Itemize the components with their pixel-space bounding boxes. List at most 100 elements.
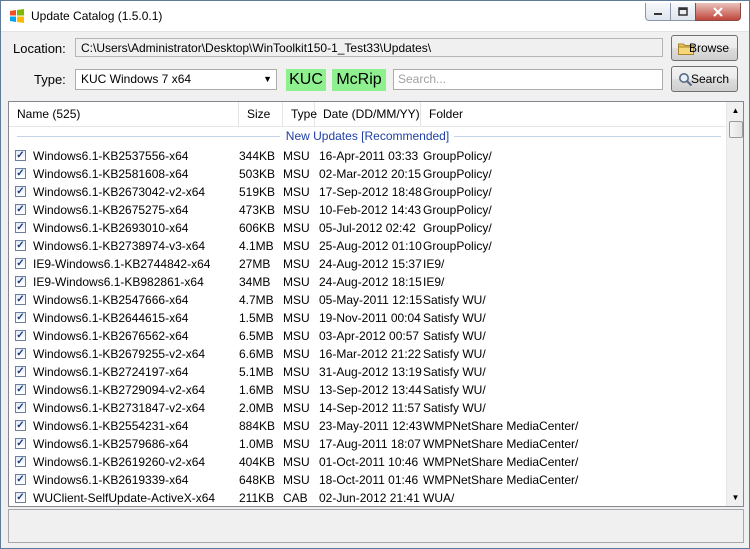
column-header-name[interactable]: Name (525)	[9, 102, 239, 126]
maximize-button[interactable]	[670, 3, 696, 21]
row-checkbox[interactable]: ✓	[15, 384, 26, 395]
checkmark-icon: ✓	[16, 330, 25, 341]
search-button[interactable]: Search	[671, 66, 738, 92]
kuc-tag[interactable]: KUC	[286, 69, 326, 91]
column-header-date[interactable]: Date (DD/MM/YY)	[315, 102, 421, 126]
table-row[interactable]: ✓ Windows6.1-KB2619339-x64 648KB MSU 18-Oct-…	[9, 471, 726, 489]
maximize-icon	[678, 7, 688, 16]
cell-date: 23-May-2011 12:43	[319, 419, 423, 433]
table-row[interactable]: ✓ IE9-Windows6.1-KB2744842-x64 27MB MSU 24-A…	[9, 255, 726, 273]
group-title: New Updates [Recommended]	[285, 129, 450, 143]
cell-type: MSU	[283, 257, 310, 271]
cell-name: Windows6.1-KB2675275-x64	[33, 203, 189, 217]
row-checkbox[interactable]: ✓	[15, 258, 26, 269]
close-button[interactable]	[695, 3, 741, 21]
type-dropdown[interactable]: KUC Windows 7 x64 ▼	[75, 69, 277, 90]
cell-size: 503KB	[239, 167, 276, 181]
column-header-folder[interactable]: Folder	[421, 102, 726, 126]
scrollbar-thumb[interactable]	[729, 121, 743, 138]
row-checkbox[interactable]: ✓	[15, 312, 26, 323]
row-checkbox[interactable]: ✓	[15, 150, 26, 161]
row-checkbox[interactable]: ✓	[15, 330, 26, 341]
cell-type: MSU	[283, 419, 310, 433]
table-row[interactable]: ✓ Windows6.1-KB2547666-x64 4.7MB MSU 05-May-…	[9, 291, 726, 309]
table-row[interactable]: ✓ Windows6.1-KB2579686-x64 1.0MB MSU 17-Aug-…	[9, 435, 726, 453]
row-checkbox[interactable]: ✓	[15, 186, 26, 197]
row-checkbox[interactable]: ✓	[15, 168, 26, 179]
row-checkbox[interactable]: ✓	[15, 492, 26, 503]
row-checkbox[interactable]: ✓	[15, 420, 26, 431]
row-checkbox[interactable]: ✓	[15, 402, 26, 413]
table-row[interactable]: ✓ Windows6.1-KB2676562-x64 6.5MB MSU 03-Apr-…	[9, 327, 726, 345]
location-label: Location:	[13, 41, 66, 56]
row-checkbox[interactable]: ✓	[15, 204, 26, 215]
row-checkbox[interactable]: ✓	[15, 348, 26, 359]
table-row[interactable]: ✓ Windows6.1-KB2554231-x64 884KB MSU 23-May-…	[9, 417, 726, 435]
scroll-down-icon[interactable]: ▼	[727, 489, 743, 506]
cell-size: 404KB	[239, 455, 276, 469]
cell-date: 16-Apr-2011 03:33	[319, 149, 419, 163]
table-row[interactable]: ✓ IE9-Windows6.1-KB982861-x64 34MB MSU 24-Au…	[9, 273, 726, 291]
checkmark-icon: ✓	[16, 456, 25, 467]
cell-date: 05-May-2011 12:15	[319, 293, 423, 307]
table-row[interactable]: ✓ Windows6.1-KB2581608-x64 503KB MSU 02-Mar-…	[9, 165, 726, 183]
table-row[interactable]: ✓ Windows6.1-KB2679255-v2-x64 6.6MB MSU 16-M…	[9, 345, 726, 363]
cell-folder: WMPNetShare MediaCenter/	[423, 437, 579, 451]
title-bar[interactable]: Update Catalog (1.5.0.1)	[1, 1, 749, 32]
column-header-size[interactable]: Size	[239, 102, 283, 126]
cell-size: 4.7MB	[239, 293, 274, 307]
location-path-field[interactable]: C:\Users\Administrator\Desktop\WinToolki…	[75, 38, 663, 57]
group-header[interactable]: New Updates [Recommended]	[9, 127, 726, 145]
row-checkbox[interactable]: ✓	[15, 240, 26, 251]
checkmark-icon: ✓	[16, 438, 25, 449]
search-input[interactable]: Search...	[393, 69, 663, 90]
row-checkbox[interactable]: ✓	[15, 438, 26, 449]
row-checkbox[interactable]: ✓	[15, 222, 26, 233]
cell-type: MSU	[283, 221, 310, 235]
row-checkbox[interactable]: ✓	[15, 456, 26, 467]
table-row[interactable]: ✓ Windows6.1-KB2731847-v2-x64 2.0MB MSU 14-S…	[9, 399, 726, 417]
table-row[interactable]: ✓ Windows6.1-KB2738974-v3-x64 4.1MB MSU 25-A…	[9, 237, 726, 255]
cell-name: Windows6.1-KB2554231-x64	[33, 419, 189, 433]
list-rows: ✓ Windows6.1-KB2537556-x64 344KB MSU 16-Apr-…	[9, 147, 726, 506]
updates-list[interactable]: Name (525) Size Type Date (DD/MM/YY) Fol…	[8, 101, 744, 507]
cell-folder: GroupPolicy/	[423, 167, 492, 181]
cell-name: Windows6.1-KB2676562-x64	[33, 329, 189, 343]
mcrip-tag[interactable]: McRip	[332, 69, 386, 91]
table-row[interactable]: ✓ Windows6.1-KB2537556-x64 344KB MSU 16-Apr-…	[9, 147, 726, 165]
table-row[interactable]: ✓ Windows6.1-KB2729094-v2-x64 1.6MB MSU 13-S…	[9, 381, 726, 399]
table-row[interactable]: ✓ Windows6.1-KB2693010-x64 606KB MSU 05-Jul-…	[9, 219, 726, 237]
browse-button[interactable]: Browse	[671, 35, 738, 61]
cell-name: Windows6.1-KB2731847-v2-x64	[33, 401, 206, 415]
cell-type: MSU	[283, 383, 310, 397]
cell-date: 16-Mar-2012 21:22	[319, 347, 422, 361]
vertical-scrollbar[interactable]: ▲ ▼	[726, 102, 743, 506]
cell-folder: GroupPolicy/	[423, 185, 492, 199]
cell-folder: GroupPolicy/	[423, 203, 492, 217]
type-label: Type:	[34, 72, 66, 87]
cell-folder: WMPNetShare MediaCenter/	[423, 419, 579, 433]
checkmark-icon: ✓	[16, 312, 25, 323]
table-row[interactable]: ✓ WUClient-SelfUpdate-ActiveX-x64 211KB CAB…	[9, 489, 726, 506]
minimize-button[interactable]	[645, 3, 671, 21]
checkmark-icon: ✓	[16, 402, 25, 413]
table-row[interactable]: ✓ Windows6.1-KB2673042-v2-x64 519KB MSU 17-S…	[9, 183, 726, 201]
row-checkbox[interactable]: ✓	[15, 276, 26, 287]
column-header-type[interactable]: Type	[283, 102, 317, 126]
table-row[interactable]: ✓ Windows6.1-KB2724197-x64 5.1MB MSU 31-Aug-…	[9, 363, 726, 381]
cell-size: 6.5MB	[239, 329, 274, 343]
cell-folder: Satisfy WU/	[423, 311, 486, 325]
table-row[interactable]: ✓ Windows6.1-KB2675275-x64 473KB MSU 10-Feb-…	[9, 201, 726, 219]
cell-folder: WMPNetShare MediaCenter/	[423, 473, 579, 487]
checkmark-icon: ✓	[16, 474, 25, 485]
cell-size: 4.1MB	[239, 239, 274, 253]
row-checkbox[interactable]: ✓	[15, 474, 26, 485]
table-row[interactable]: ✓ Windows6.1-KB2644615-x64 1.5MB MSU 19-Nov-…	[9, 309, 726, 327]
table-row[interactable]: ✓ Windows6.1-KB2619260-v2-x64 404KB MSU 01-O…	[9, 453, 726, 471]
search-button-label: Search	[690, 72, 729, 86]
row-checkbox[interactable]: ✓	[15, 294, 26, 305]
checkmark-icon: ✓	[16, 168, 25, 179]
row-checkbox[interactable]: ✓	[15, 366, 26, 377]
scroll-up-icon[interactable]: ▲	[727, 102, 743, 119]
cell-date: 02-Jun-2012 21:41	[319, 491, 420, 505]
